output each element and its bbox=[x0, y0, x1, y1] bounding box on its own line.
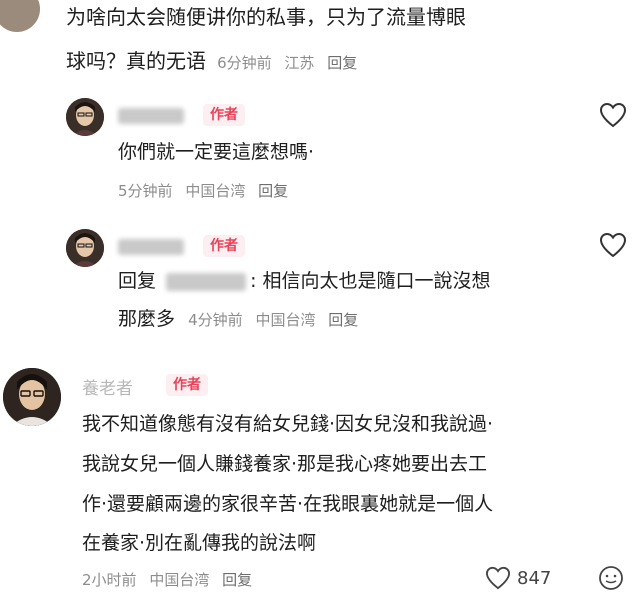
timestamp: 2小时前 bbox=[82, 571, 137, 589]
location: 中国台湾 bbox=[149, 571, 210, 589]
author-username[interactable]: 養老者 bbox=[82, 374, 133, 399]
location: 中国台湾 bbox=[255, 311, 316, 329]
author-comment-meta: 2小时前 中国台湾 回复 bbox=[82, 569, 260, 590]
timestamp: 5分钟前 bbox=[118, 182, 173, 200]
reply2-line-1: 回复 : 相信向太也是隨口一說沒想 bbox=[118, 270, 491, 292]
like-heart-icon[interactable] bbox=[485, 566, 511, 590]
like-heart-icon[interactable] bbox=[599, 232, 627, 262]
top-comment-line-2-row: 球吗？真的无语 6分钟前 江苏 回复 bbox=[66, 46, 365, 76]
author-badge: 作者 bbox=[203, 235, 245, 257]
person-avatar-icon bbox=[66, 98, 104, 136]
reply1-meta: 5分钟前 中国台湾 回复 bbox=[118, 180, 296, 201]
reply-prefix: 回复 bbox=[118, 270, 157, 292]
top-comment-line-1: 为啥向太会随便讲你的私事，只为了流量博眼 bbox=[66, 5, 466, 29]
person-avatar-icon bbox=[3, 368, 61, 426]
reply-button[interactable]: 回复 bbox=[222, 571, 252, 589]
reply1-text: 你們就一定要這麼想嗎· bbox=[118, 141, 315, 163]
top-comment-meta: 6分钟前 江苏 回复 bbox=[217, 54, 365, 72]
author-comment-line-2: 我說女兒一個人賺錢養家·那是我心疼她要出去工 bbox=[82, 453, 488, 475]
author-comment-line-4: 在養家·別在亂傳我的說法啊 bbox=[82, 532, 317, 554]
reply2-meta: 4分钟前 中国台湾 回复 bbox=[188, 311, 366, 329]
reply-button[interactable]: 回复 bbox=[327, 54, 357, 72]
reply2-line-2-row: 那麼多 4分钟前 中国台湾 回复 bbox=[118, 304, 366, 334]
reply1-username[interactable] bbox=[118, 105, 184, 124]
author-comment-line-1: 我不知道像態有沒有給女兒錢·因女兒沒和我說過· bbox=[82, 413, 494, 435]
reply-button[interactable]: 回复 bbox=[328, 311, 358, 329]
like-heart-icon[interactable] bbox=[599, 102, 627, 132]
person-avatar-icon bbox=[66, 229, 104, 267]
blurred-username bbox=[118, 107, 184, 124]
reply2-avatar[interactable] bbox=[66, 229, 104, 267]
blurred-mention[interactable] bbox=[166, 272, 247, 291]
location: 中国台湾 bbox=[185, 182, 246, 200]
top-commenter-avatar[interactable] bbox=[0, 0, 40, 32]
like-control[interactable]: 847 bbox=[485, 566, 551, 590]
location: 江苏 bbox=[284, 54, 315, 72]
emoji-reaction-icon[interactable] bbox=[598, 565, 624, 595]
author-avatar[interactable] bbox=[3, 368, 61, 426]
timestamp: 6分钟前 bbox=[217, 54, 272, 72]
top-comment-line-2: 球吗？真的无语 bbox=[66, 49, 206, 73]
reply2-text: 相信向太也是隨口一說沒想 bbox=[262, 270, 491, 292]
timestamp: 4分钟前 bbox=[188, 311, 243, 329]
reply-button[interactable]: 回复 bbox=[258, 182, 288, 200]
reply2-line-2: 那麼多 bbox=[118, 308, 176, 330]
author-comment-line-3: 作·還要顧兩邊的家很辛苦·在我眼裏她就是一個人 bbox=[82, 493, 494, 515]
reply2-username[interactable] bbox=[118, 236, 184, 255]
author-badge: 作者 bbox=[166, 374, 208, 396]
reply1-avatar[interactable] bbox=[66, 98, 104, 136]
like-count: 847 bbox=[517, 567, 552, 589]
blurred-username bbox=[118, 238, 184, 255]
author-badge: 作者 bbox=[203, 104, 245, 126]
